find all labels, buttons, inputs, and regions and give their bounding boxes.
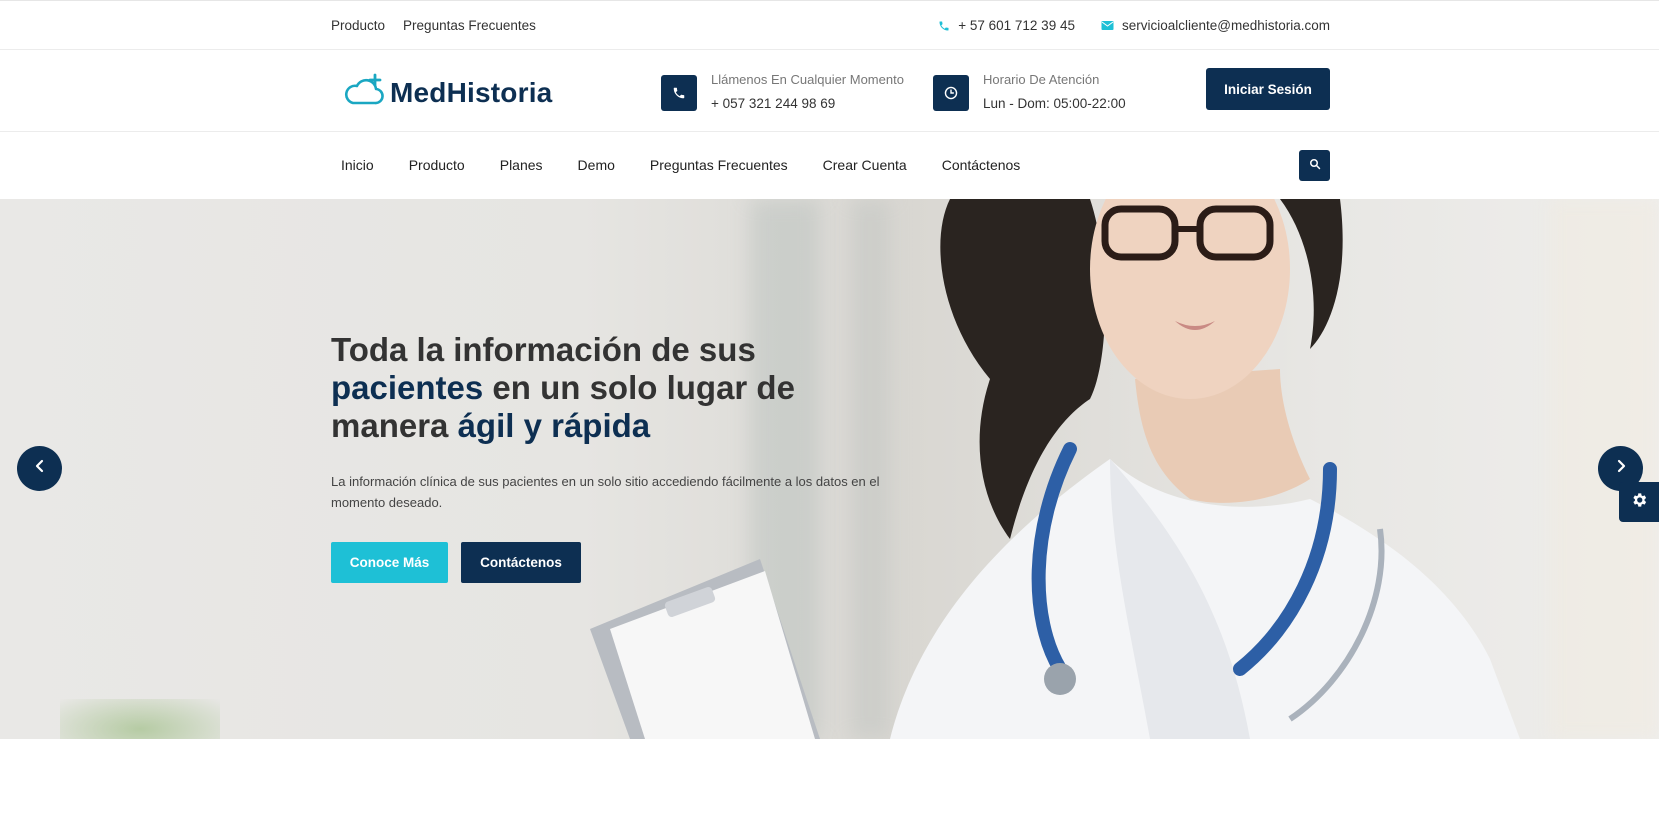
nav-item-faq[interactable]: Preguntas Frecuentes xyxy=(650,157,788,173)
top-email-text: servicioalcliente@medhistoria.com xyxy=(1121,18,1330,33)
nav-item-producto[interactable]: Producto xyxy=(409,157,465,173)
top-bar: Producto Preguntas Frecuentes + 57 601 7… xyxy=(0,0,1659,50)
top-contact: + 57 601 712 39 45 servicioalcliente@med… xyxy=(938,18,1330,33)
nav-menu: Inicio Producto Planes Demo Preguntas Fr… xyxy=(341,157,1020,173)
nav-item-planes[interactable]: Planes xyxy=(500,157,543,173)
main-nav: Inicio Producto Planes Demo Preguntas Fr… xyxy=(0,132,1659,199)
settings-tab[interactable] xyxy=(1619,482,1659,522)
chevron-left-icon xyxy=(34,459,46,478)
gear-icon xyxy=(1630,491,1648,514)
contactenos-button[interactable]: Contáctenos xyxy=(461,542,581,583)
top-email[interactable]: servicioalcliente@medhistoria.com xyxy=(1101,18,1330,33)
header: MedHistoria Llámenos En Cualquier Moment… xyxy=(0,50,1659,132)
hours-value: Lun - Dom: 05:00-22:00 xyxy=(983,96,1126,111)
hero-title-highlight: pacientes xyxy=(331,369,484,406)
hours-label: Horario De Atención xyxy=(983,72,1100,87)
phone-icon xyxy=(661,75,697,111)
top-phone[interactable]: + 57 601 712 39 45 xyxy=(938,18,1075,33)
slider-prev-button[interactable] xyxy=(17,446,62,491)
hero-title-part: Toda la información de sus xyxy=(331,331,756,368)
logo[interactable]: MedHistoria xyxy=(342,72,552,113)
login-button[interactable]: Iniciar Sesión xyxy=(1206,68,1330,110)
clock-icon xyxy=(933,75,969,111)
top-link-faq[interactable]: Preguntas Frecuentes xyxy=(403,18,536,33)
background-plant xyxy=(60,699,220,739)
hero-title-highlight: ágil y rápida xyxy=(457,407,651,444)
top-phone-text: + 57 601 712 39 45 xyxy=(958,18,1075,33)
call-info: Llámenos En Cualquier Momento + 057 321 … xyxy=(661,71,904,115)
search-button[interactable] xyxy=(1299,150,1330,181)
top-link-producto[interactable]: Producto xyxy=(331,18,385,33)
cloud-plus-icon xyxy=(342,72,386,113)
nav-item-crear-cuenta[interactable]: Crear Cuenta xyxy=(823,157,907,173)
hero-slider: Toda la información de sus pacientes en … xyxy=(0,199,1659,739)
call-label: Llámenos En Cualquier Momento xyxy=(711,72,904,87)
phone-icon xyxy=(938,20,950,32)
doctor-illustration xyxy=(590,199,1520,739)
nav-item-demo[interactable]: Demo xyxy=(578,157,615,173)
conoce-mas-button[interactable]: Conoce Más xyxy=(331,542,448,583)
search-icon xyxy=(1309,157,1321,175)
envelope-icon xyxy=(1101,20,1114,31)
nav-item-inicio[interactable]: Inicio xyxy=(341,157,374,173)
hours-info: Horario De Atención Lun - Dom: 05:00-22:… xyxy=(933,71,1126,115)
call-value[interactable]: + 057 321 244 98 69 xyxy=(711,93,904,115)
nav-item-contactenos[interactable]: Contáctenos xyxy=(942,157,1021,173)
hero-title: Toda la información de sus pacientes en … xyxy=(331,331,891,445)
top-links: Producto Preguntas Frecuentes xyxy=(331,18,536,33)
chevron-right-icon xyxy=(1615,459,1627,478)
hero-subtitle: La información clínica de sus pacientes … xyxy=(331,474,880,510)
logo-text: MedHistoria xyxy=(390,76,553,108)
